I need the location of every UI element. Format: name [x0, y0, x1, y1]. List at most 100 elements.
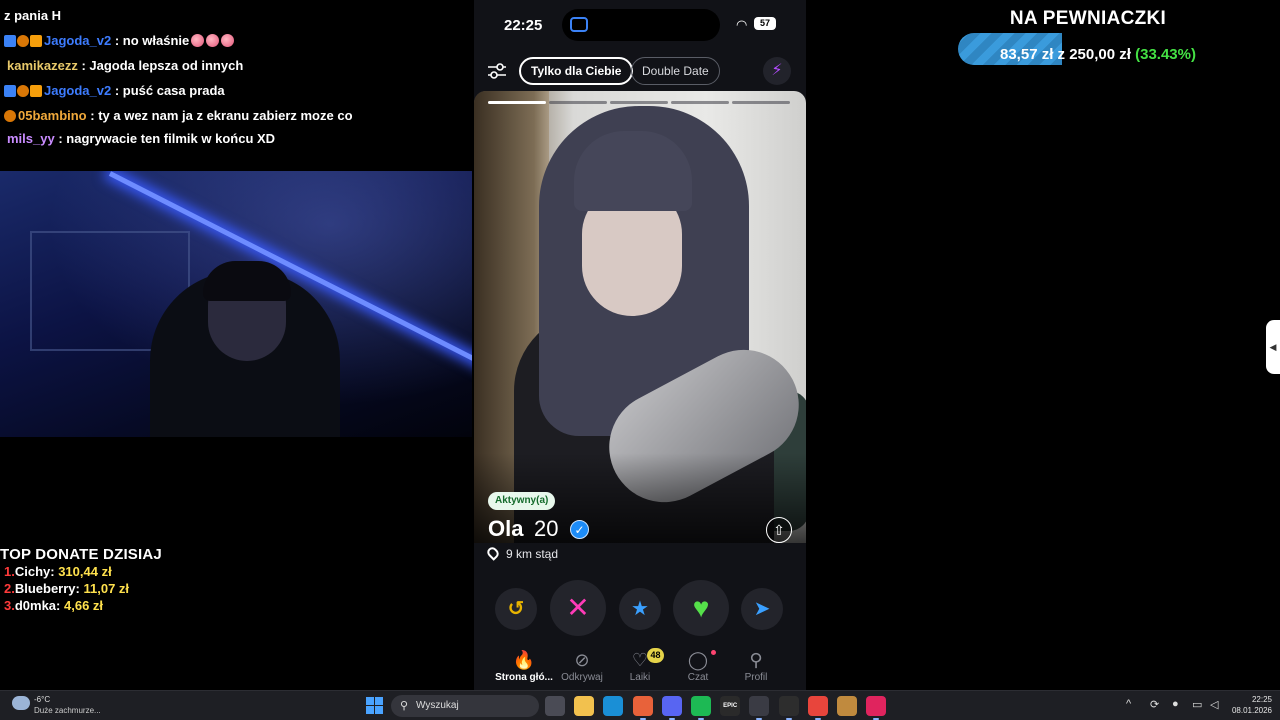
chat-message: kamikazezz : Jagoda lepsza od innych: [4, 53, 468, 78]
taskbar-search[interactable]: ⚲ Wyszukaj: [391, 695, 539, 717]
donor-row: 2.Blueberry: 11,07 zł: [0, 580, 240, 597]
swipe-actions: ↺ ✕ ★ ♥ ➤: [474, 580, 806, 636]
dynamic-island: [562, 9, 720, 41]
chat-username[interactable]: 05bambino: [18, 108, 87, 123]
discord-icon[interactable]: [661, 696, 682, 720]
donor-name: Cichy:: [14, 564, 55, 579]
badge-icon: [30, 35, 42, 47]
volume-icon[interactable]: ◁: [1210, 698, 1218, 711]
obs-icon[interactable]: [778, 696, 799, 720]
chrome-icon[interactable]: [807, 696, 828, 720]
weather-temp: -6°C: [34, 695, 51, 704]
windows-taskbar: -6°C Duże zachmurze... ⚲ Wyszukaj EPIC ^…: [0, 690, 1280, 720]
photo-progress-segment: [610, 101, 668, 104]
donor-amount: 11,07 zł: [83, 581, 130, 596]
nav-label: Laiki: [629, 672, 651, 683]
file-explorer-icon[interactable]: [574, 696, 595, 716]
edge-icon[interactable]: [603, 696, 624, 716]
photo-progress-segment: [671, 101, 729, 104]
chat-username[interactable]: kamikazezz: [7, 58, 78, 73]
expand-profile-icon[interactable]: ⇧: [766, 517, 792, 543]
badge-icon: [4, 35, 16, 47]
photo-progress-segment: [488, 101, 546, 104]
chat-username[interactable]: Jagoda_v2: [44, 83, 111, 98]
filter-icon[interactable]: [486, 61, 508, 81]
spotify-icon[interactable]: [691, 696, 711, 720]
nope-button[interactable]: ✕: [550, 580, 606, 636]
tiktok-icon[interactable]: [866, 696, 887, 720]
nav-item[interactable]: ◯ Czat: [665, 648, 731, 683]
like-button[interactable]: ♥: [673, 580, 729, 636]
badge-icon: [17, 35, 29, 47]
nav-item[interactable]: 🔥 Strona głó...: [491, 648, 557, 683]
bottom-nav: 🔥 Strona głó... ⊘ Odkrywaj ♡ Laiki 48 ◯ Czat ⚲ Pro…: [474, 648, 806, 690]
goal-sep: z: [1057, 46, 1066, 63]
donation-goal: NA PEWNIACZKI 83,57 zł z 250,00 zł (33.4…: [958, 8, 1268, 68]
app-bottle-icon[interactable]: [837, 696, 857, 716]
phone-screen: 22:25 ◠ 57 Tylko dla Ciebie Double Date …: [474, 0, 806, 690]
chat-text: : nagrywacie ten filmik w końcu XD: [58, 131, 276, 146]
firefox-icon[interactable]: [632, 696, 653, 720]
side-panel-handle[interactable]: ◀: [1266, 320, 1280, 374]
nav-item[interactable]: ♡ Laiki 48: [607, 648, 673, 683]
photo-progress-segment: [549, 101, 607, 104]
photo-progress-segment: [732, 101, 790, 104]
flame-icon: 🔥: [512, 650, 536, 670]
chat-text: z pania H: [4, 8, 62, 23]
epic-games-icon[interactable]: EPIC: [720, 696, 741, 716]
chat-message: Jagoda_v2 : puść casa prada: [4, 78, 468, 103]
super-like-button[interactable]: ★: [619, 588, 661, 630]
notification-dot: [711, 650, 716, 655]
tab-double-date[interactable]: Double Date: [631, 57, 720, 85]
donor-name: Blueberry:: [14, 581, 80, 596]
tinder-top-bar: Tylko dla Ciebie Double Date ⚡: [474, 56, 806, 86]
photo-bangs: [574, 131, 692, 211]
screen-mirror-icon: [570, 17, 588, 32]
distance-text: 9 km stąd: [506, 547, 559, 561]
badge-icon: [4, 110, 16, 122]
microphone-icon[interactable]: ●: [1172, 698, 1179, 710]
location-pin-icon: [485, 545, 501, 561]
active-status-badge: Aktywny(a): [488, 492, 556, 510]
tab-tylko-dla-ciebie[interactable]: Tylko dla Ciebie: [519, 57, 634, 85]
nav-item[interactable]: ⊘ Odkrywaj: [549, 648, 615, 683]
profile-photo[interactable]: [474, 91, 806, 543]
chat-overlay: z pania H Jagoda_v2 : no właśnie kamikazez…: [0, 0, 472, 171]
donor-list: 1.Cichy: 310,44 zł 2.Blueberry: 11,07 zł 3…: [0, 563, 240, 614]
taskbar-clock[interactable]: 22:25 08.01.2026: [1226, 694, 1272, 716]
phone-status-bar: 22:25 ◠ 57: [474, 0, 806, 48]
likes-count-badge: 48: [647, 648, 664, 663]
nav-label: Profil: [744, 672, 768, 683]
goal-percent: (33.43%): [1135, 46, 1196, 63]
chat-text: : no właśnie: [114, 33, 190, 48]
chat-message: 05bambino : ty a wez nam ja z ekranu zab…: [4, 103, 468, 126]
status-time: 22:25: [504, 17, 543, 34]
donor-rank: 3.: [4, 598, 15, 613]
sync-icon[interactable]: ⟳: [1150, 698, 1159, 711]
nav-label: Odkrywaj: [561, 672, 603, 683]
goal-current: 83,57 zł: [1000, 46, 1054, 63]
chat-username[interactable]: Jagoda_v2: [44, 33, 111, 48]
network-icon[interactable]: ▭: [1192, 698, 1202, 711]
battery-indicator: 57: [754, 17, 776, 30]
goal-text: 83,57 zł z 250,00 zł (33.43%): [1000, 46, 1196, 63]
rewind-button[interactable]: ↺: [495, 588, 537, 630]
nav-item[interactable]: ⚲ Profil: [723, 648, 789, 683]
emote-icon: [221, 34, 235, 47]
chevron-up-icon[interactable]: ^: [1126, 698, 1131, 710]
profile-icon: ⚲: [749, 650, 763, 670]
verified-badge-icon: ✓: [570, 520, 589, 539]
donor-row: 1.Cichy: 310,44 zł: [0, 563, 240, 580]
chat-message: Jagoda_v2 : no właśnie: [4, 28, 468, 53]
wifi-icon: ◠: [736, 17, 748, 32]
emote-icon: [206, 34, 220, 47]
task-view-icon[interactable]: [545, 696, 565, 716]
chat-icon: ◯: [687, 650, 709, 670]
start-button[interactable]: [366, 697, 383, 714]
chat-badges: [4, 35, 42, 47]
steam-icon[interactable]: [749, 696, 770, 720]
boost-button[interactable]: ➤: [741, 588, 783, 630]
badge-icon: [17, 85, 29, 97]
lightning-icon[interactable]: ⚡: [763, 57, 791, 85]
chat-username[interactable]: mils_yy: [7, 131, 55, 146]
